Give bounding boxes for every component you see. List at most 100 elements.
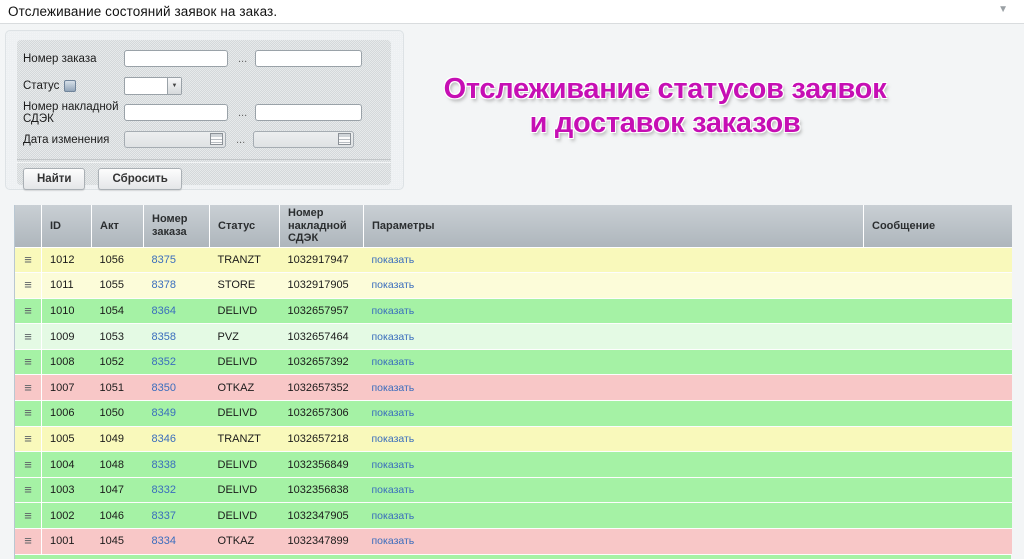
cell: 8346 (143, 426, 210, 453)
order-link[interactable]: 8352 (152, 356, 176, 368)
filter-row-waybill: Номер накладной СДЭК ... (17, 99, 391, 126)
cell-message (863, 477, 1012, 504)
show-params-link[interactable]: показать (372, 331, 415, 343)
cell: показать (363, 298, 864, 325)
cell: ≡ (15, 502, 42, 530)
orders-table: ID Акт Номер заказа Статус Номер накладной С… (15, 205, 1012, 555)
order-link[interactable]: 8364 (152, 305, 176, 317)
order-number-to-input[interactable] (255, 50, 363, 67)
show-params-link[interactable]: показать (372, 356, 415, 368)
waybill-from-input[interactable] (124, 104, 228, 121)
cell-status: DELIVD (209, 349, 280, 376)
show-params-link[interactable]: показать (372, 254, 415, 266)
cell: ≡ (15, 349, 42, 376)
cell-message (863, 400, 1012, 427)
row-menu-icon[interactable]: ≡ (24, 405, 32, 420)
waybill-label: Номер накладной СДЭК (23, 100, 119, 125)
cell: показать (363, 323, 864, 350)
show-params-link[interactable]: показать (372, 484, 415, 496)
cell: показать (363, 374, 864, 402)
range-separator: ... (238, 52, 248, 65)
cell-id: 1011 (41, 272, 92, 299)
cell: 8334 (143, 528, 210, 555)
show-params-link[interactable]: показать (372, 433, 415, 445)
chevron-down-icon[interactable]: ▼ (167, 77, 181, 94)
row-menu-icon[interactable]: ≡ (24, 457, 32, 472)
find-button[interactable]: Найти (23, 168, 86, 190)
cell: ≡ (15, 400, 42, 427)
row-menu-icon[interactable]: ≡ (24, 482, 32, 497)
cell-message (863, 374, 1012, 402)
collapse-arrow-icon[interactable]: ▼ (998, 4, 1008, 15)
column-header: Сообщение (863, 205, 1012, 248)
cell: 8352 (143, 349, 210, 376)
order-link[interactable]: 8349 (152, 407, 176, 419)
form-buttons: Найти Сбросить (17, 163, 391, 190)
cell-waybill: 1032657392 (279, 349, 364, 376)
order-number-label: Номер заказа (23, 52, 97, 65)
show-params-link[interactable]: показать (372, 305, 415, 317)
cell-waybill: 1032347905 (279, 502, 364, 530)
cell-message (863, 272, 1012, 299)
cell-id: 1004 (41, 451, 92, 478)
row-menu-icon[interactable]: ≡ (24, 329, 32, 344)
range-separator: ... (238, 106, 248, 119)
cell-message (863, 247, 1012, 274)
order-link[interactable]: 8334 (152, 535, 176, 547)
row-menu-icon[interactable]: ≡ (24, 277, 32, 292)
order-number-from-input[interactable] (124, 50, 228, 67)
cell: показать (363, 451, 864, 478)
show-params-link[interactable]: показать (372, 382, 415, 394)
reset-button[interactable]: Сбросить (98, 168, 182, 190)
order-link[interactable]: 8332 (152, 484, 176, 496)
show-params-link[interactable]: показать (372, 510, 415, 522)
cell: ≡ (15, 272, 42, 299)
cell: 8332 (143, 477, 210, 504)
cell: показать (363, 426, 864, 453)
row-menu-icon[interactable]: ≡ (24, 303, 32, 318)
show-params-link[interactable]: показать (372, 279, 415, 291)
cell-act: 1056 (91, 247, 144, 274)
row-menu-icon[interactable]: ≡ (24, 354, 32, 369)
row-menu-icon[interactable]: ≡ (24, 252, 32, 267)
cell-status: DELIVD (209, 451, 280, 478)
show-params-link[interactable]: показать (372, 407, 415, 419)
cell-message (863, 451, 1012, 478)
order-link[interactable]: 8378 (152, 279, 176, 291)
cell-id: 1008 (41, 349, 92, 376)
column-header: Параметры (363, 205, 864, 248)
cell-id: 1002 (41, 502, 92, 530)
cell-status: DELIVD (209, 298, 280, 325)
table-row: ≡100110458334OTKAZ1032347899показать20.1… (15, 528, 1012, 555)
order-link[interactable]: 8338 (152, 459, 176, 471)
cell-id: 1005 (41, 426, 92, 453)
show-params-link[interactable]: показать (372, 535, 415, 547)
cell-message (863, 528, 1012, 555)
status-select[interactable]: ▼ (124, 76, 182, 95)
row-menu-icon[interactable]: ≡ (24, 533, 32, 548)
table-row: ≡100510498346TRANZT1032657218показать26.… (15, 426, 1012, 453)
order-link[interactable]: 8346 (152, 433, 176, 445)
calendar-icon[interactable] (210, 133, 223, 145)
change-date-from-field (124, 131, 226, 148)
cell-waybill: 1032917905 (279, 272, 364, 299)
row-menu-icon[interactable]: ≡ (24, 380, 32, 395)
cell: показать (363, 349, 864, 376)
table-row: ≡100810528352DELIVD1032657392показать27.… (15, 349, 1012, 376)
row-menu-icon[interactable]: ≡ (24, 508, 32, 523)
table-row: ≡100710518350OTKAZ1032657352показать25.1… (15, 374, 1012, 402)
status-help-icon[interactable] (64, 79, 77, 92)
table-row: ≡100910538358PVZ1032657464показать26.10.… (15, 323, 1012, 350)
row-menu-icon[interactable]: ≡ (24, 431, 32, 446)
cell-waybill: 1032347899 (279, 528, 364, 555)
cell-waybill: 1032356838 (279, 477, 364, 504)
cell: ≡ (15, 247, 42, 274)
order-link[interactable]: 8375 (152, 254, 176, 266)
cell-act: 1046 (91, 502, 144, 530)
order-link[interactable]: 8350 (152, 382, 176, 394)
cell: показать (363, 400, 864, 427)
show-params-link[interactable]: показать (372, 459, 415, 471)
order-link[interactable]: 8358 (152, 331, 176, 343)
order-link[interactable]: 8337 (152, 510, 176, 522)
cell-id: 1007 (41, 374, 92, 402)
